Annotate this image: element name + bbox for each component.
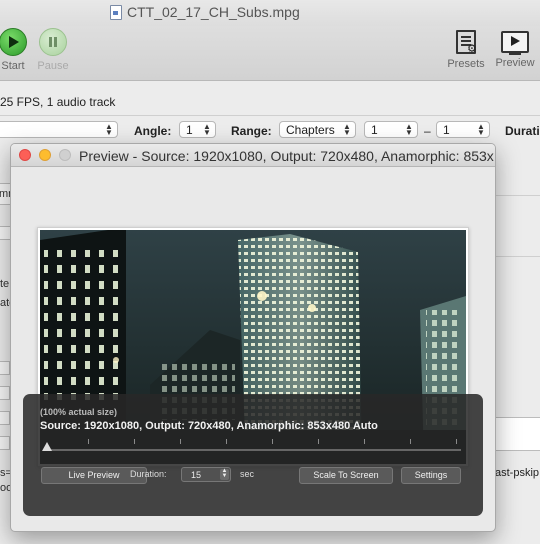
preview-scrubber[interactable]: [43, 449, 461, 451]
duration-value: 15: [191, 470, 202, 480]
scrubber-tick: [134, 439, 135, 444]
start-label: Start: [1, 60, 25, 72]
settings-button[interactable]: Settings: [401, 467, 461, 484]
range-separator: –: [424, 124, 431, 138]
pause-label: Pause: [37, 60, 69, 72]
zoom-button[interactable]: [59, 149, 71, 161]
close-button[interactable]: [19, 149, 31, 161]
scrubber-tick: [272, 439, 273, 444]
checkbox-fragment[interactable]: [0, 361, 10, 375]
popup-arrows-icon: ▲ ▼: [477, 122, 485, 137]
preview-label: Preview: [495, 57, 535, 69]
duration-label: Duratio: [505, 124, 540, 138]
start-button[interactable]: Start: [0, 28, 28, 72]
checkbox-fragment[interactable]: [0, 386, 10, 400]
sec-label: sec: [240, 469, 255, 479]
size-note: (100% actual size): [40, 407, 118, 417]
main-titlebar: CTT_02_17_CH_Subs.mpg: [0, 0, 540, 28]
scrubber-tick: [180, 439, 181, 444]
popup-arrows-icon: ▲ ▼: [405, 122, 413, 137]
text-field-fragment[interactable]: [494, 417, 540, 451]
main-toolbar: Start Pause Presets Preview: [0, 26, 540, 81]
duration-stepper[interactable]: ▲ ▼: [220, 468, 229, 480]
range-end-popup[interactable]: 1 ▲ ▼: [436, 121, 490, 138]
preview-monitor-icon[interactable]: [501, 31, 529, 55]
scale-to-screen-button[interactable]: Scale To Screen: [299, 467, 393, 484]
file-title-text: CTT_02_17_CH_Subs.mpg: [127, 4, 300, 20]
range-start-value: 1: [371, 123, 378, 137]
angle-label: Angle:: [134, 124, 172, 138]
popup-arrows-icon: ▲ ▼: [105, 122, 113, 137]
range-end-value: 1: [443, 123, 450, 137]
label-fragment-te: te: [0, 278, 10, 290]
title-popup[interactable]: ▲ ▼: [0, 121, 118, 138]
duration-label: Duration:: [130, 469, 167, 479]
popup-arrows-icon: ▲ ▼: [203, 122, 211, 137]
angle-value: 1: [186, 123, 193, 137]
presets-button[interactable]: Presets: [442, 28, 490, 70]
divider: [0, 115, 540, 116]
divider: [494, 256, 540, 257]
preview-titlebar[interactable]: Preview - Source: 1920x1080, Output: 720…: [11, 144, 495, 167]
scrubber-tick: [88, 439, 89, 444]
source-output-info: Source: 1920x1080, Output: 720x480, Anam…: [40, 420, 378, 432]
scrubber-tick: [410, 439, 411, 444]
preview-button[interactable]: Preview: [492, 28, 538, 69]
preview-title: Preview - Source: 1920x1080, Output: 720…: [79, 148, 496, 164]
presets-icon[interactable]: [456, 30, 477, 55]
duration-field[interactable]: 15 ▲ ▼: [181, 467, 231, 482]
range-label: Range:: [231, 124, 272, 138]
scrubber-tick: [364, 439, 365, 444]
range-start-popup[interactable]: 1 ▲ ▼: [364, 121, 418, 138]
window-title: CTT_02_17_CH_Subs.mpg: [110, 4, 300, 20]
pause-button[interactable]: Pause: [36, 28, 70, 72]
range-type-popup[interactable]: Chapters ▲ ▼: [279, 121, 356, 138]
options-fragment: ast-pskip: [495, 467, 540, 479]
popup-arrows-icon: ▲ ▼: [343, 122, 351, 137]
divider: [494, 195, 540, 196]
play-icon[interactable]: [0, 28, 27, 56]
checkbox-fragment[interactable]: [0, 411, 10, 425]
checkbox-fragment[interactable]: [0, 436, 10, 450]
preview-window: Preview - Source: 1920x1080, Output: 720…: [10, 143, 496, 532]
document-icon: [110, 4, 122, 20]
range-type-value: Chapters: [286, 123, 335, 137]
preview-hud: (100% actual size) Source: 1920x1080, Ou…: [23, 394, 483, 516]
range-row: ▲ ▼ Angle: 1 ▲ ▼ Range: Chapters ▲ ▼ 1 ▲ ▼ –…: [0, 121, 540, 141]
scrubber-tick: [456, 439, 457, 444]
minimize-button[interactable]: [39, 149, 51, 161]
scrubber-knob[interactable]: [42, 442, 52, 451]
scrubber-tick: [226, 439, 227, 444]
source-info: 25 FPS, 1 audio track: [0, 95, 116, 109]
angle-popup[interactable]: 1 ▲ ▼: [179, 121, 216, 138]
scrubber-tick: [318, 439, 319, 444]
presets-label: Presets: [447, 58, 485, 70]
pause-icon[interactable]: [39, 28, 67, 56]
